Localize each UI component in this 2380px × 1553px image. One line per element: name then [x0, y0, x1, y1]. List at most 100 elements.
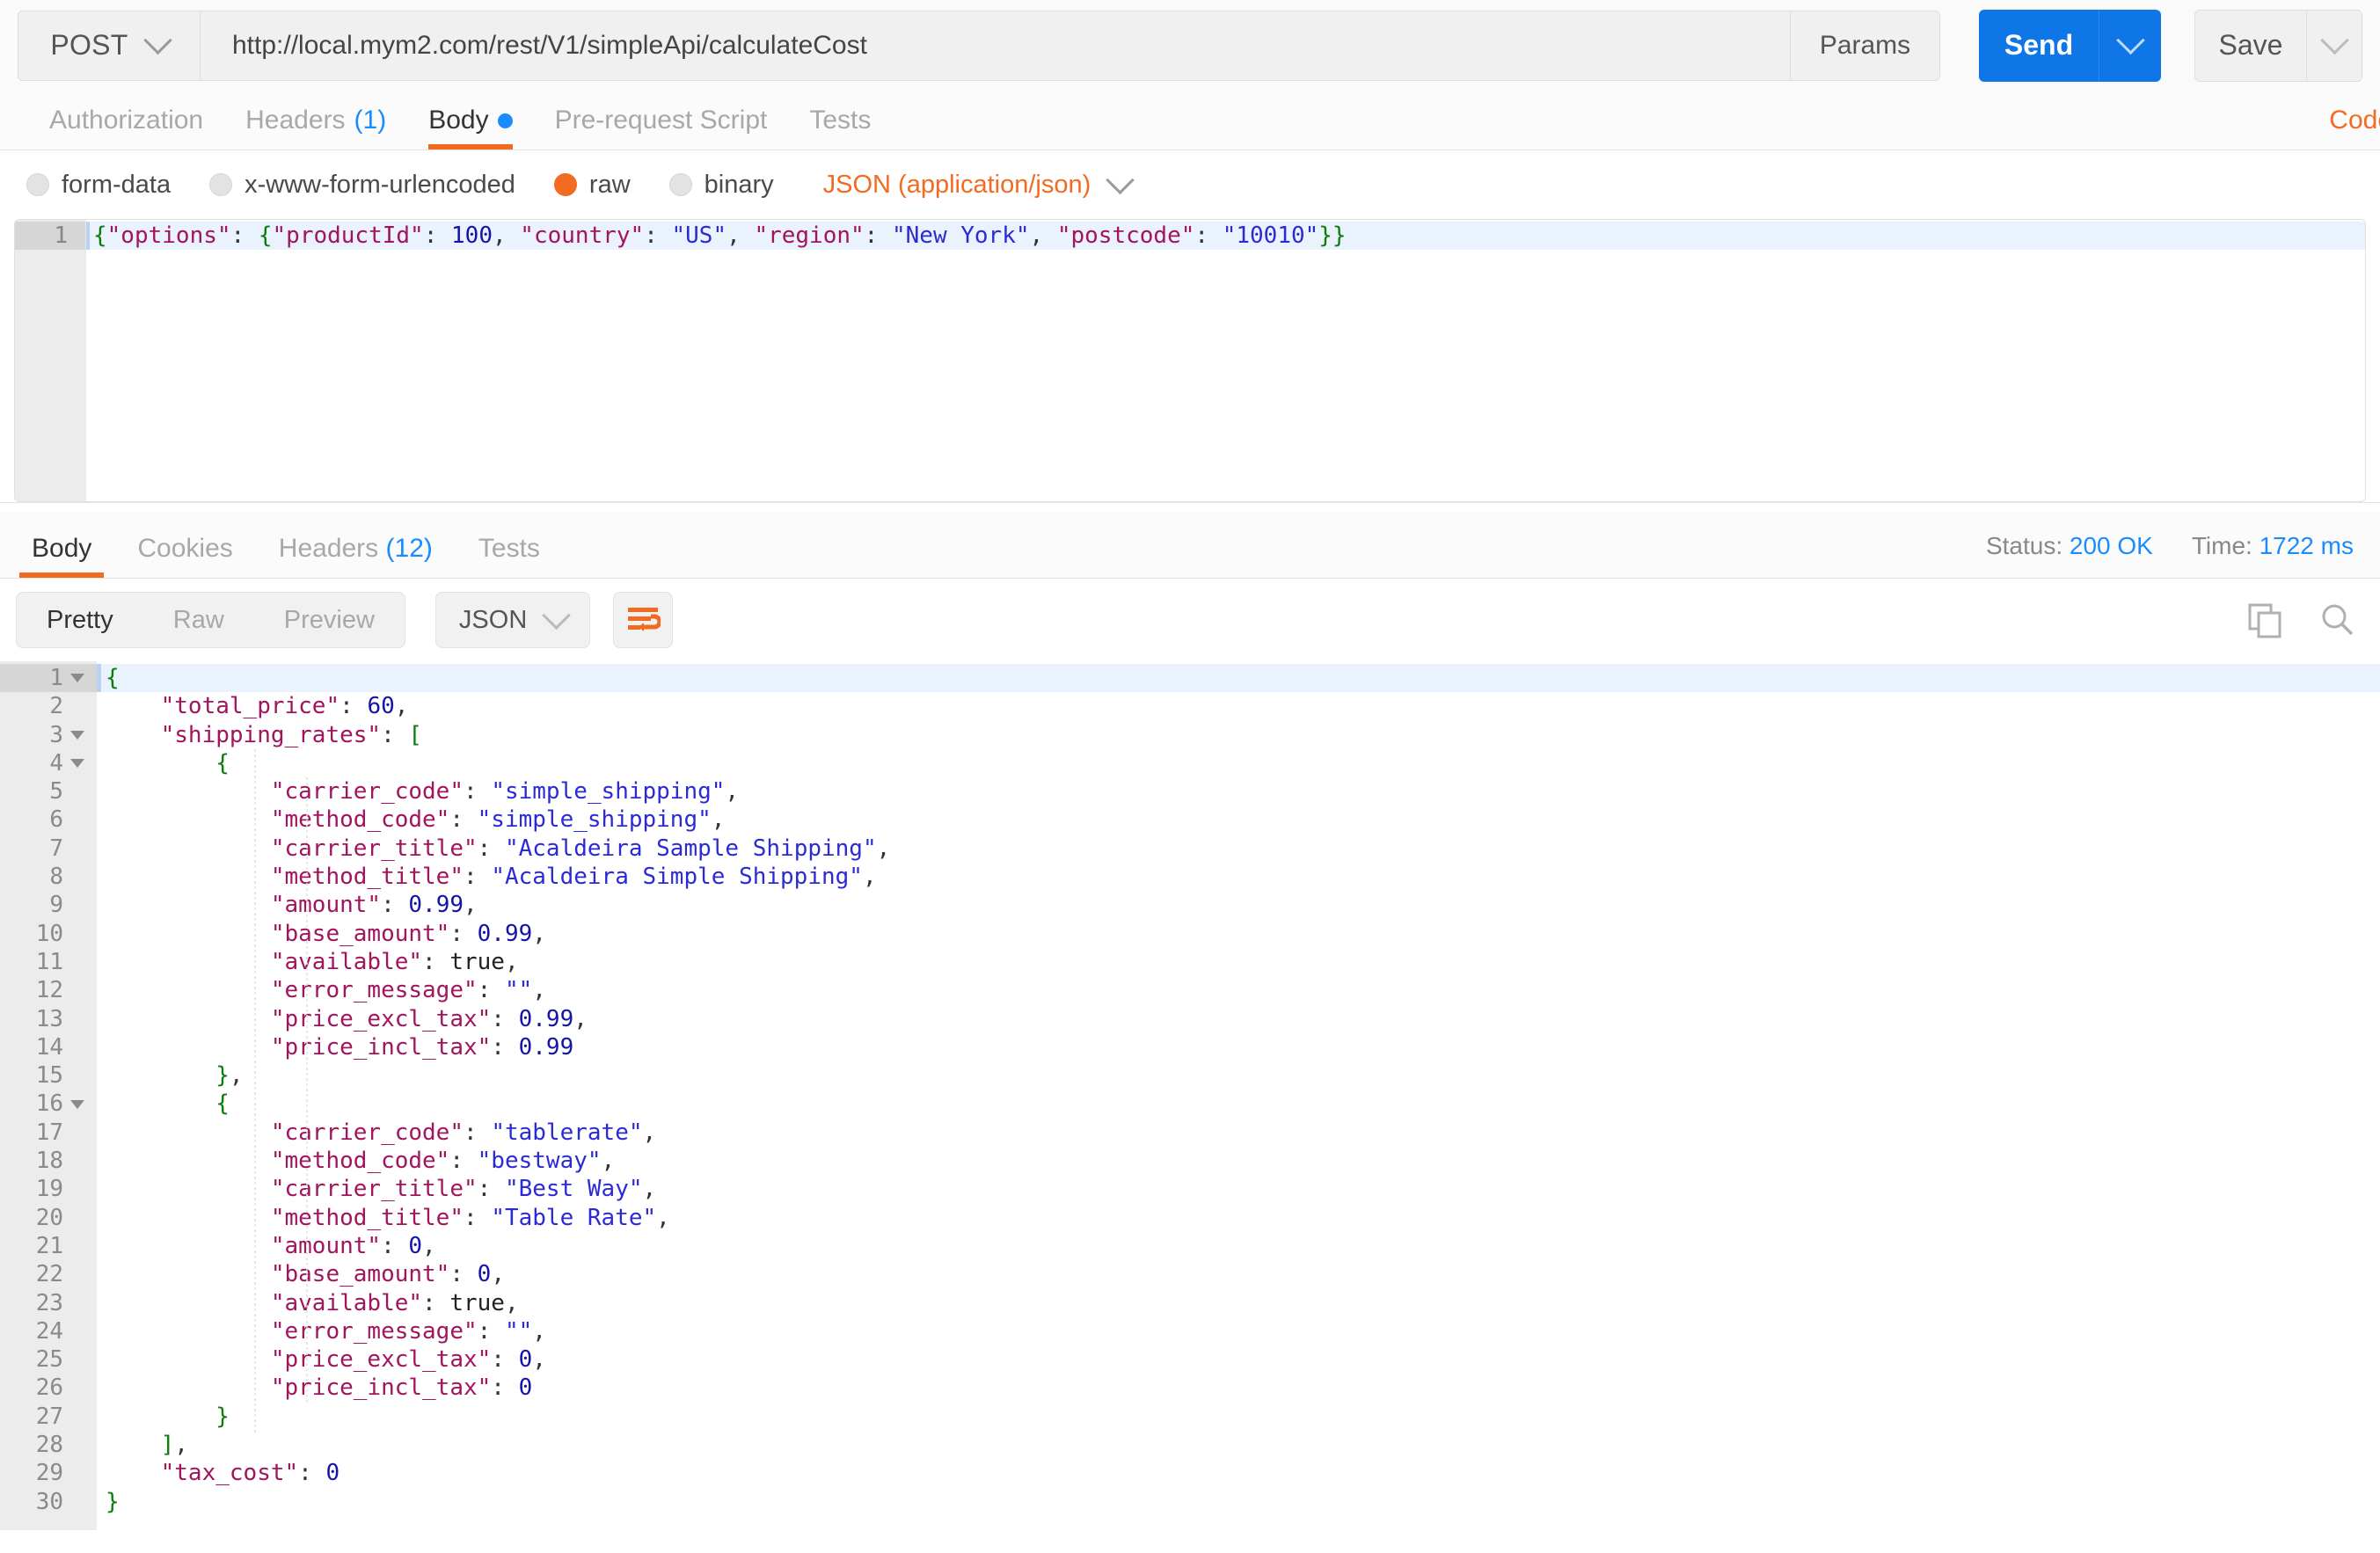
- response-code-line[interactable]: "amount": 0.99,: [97, 891, 2380, 919]
- json-token-punct: ,: [532, 920, 546, 947]
- line-number-text: 25: [35, 1346, 63, 1374]
- json-token-brace: {: [258, 222, 273, 249]
- response-code-line[interactable]: "available": true,: [97, 1289, 2380, 1317]
- response-tab-body[interactable]: Body: [9, 534, 114, 578]
- response-code-line[interactable]: {: [97, 749, 2380, 777]
- save-button[interactable]: Save: [2195, 10, 2306, 81]
- send-button[interactable]: Send: [1979, 9, 2099, 82]
- response-code-line[interactable]: "base_amount": 0,: [97, 1260, 2380, 1288]
- tab-label: Tests: [809, 106, 872, 135]
- tab-headers[interactable]: Headers (1): [224, 106, 407, 149]
- response-tab-tests[interactable]: Tests: [456, 534, 563, 578]
- json-token-num: 0.99: [518, 1005, 574, 1032]
- body-type-label: x-www-form-urlencoded: [245, 170, 515, 199]
- response-tab-headers[interactable]: Headers (12): [256, 534, 456, 578]
- tab-body[interactable]: Body: [407, 106, 533, 149]
- chevron-down-icon: [1106, 165, 1135, 194]
- response-headers-count-badge: (12): [385, 534, 433, 563]
- send-button-group: Send: [1979, 9, 2161, 82]
- word-wrap-toggle[interactable]: [613, 592, 674, 648]
- response-code-line[interactable]: {: [97, 664, 2380, 693]
- json-token-key: "carrier_title": [270, 835, 478, 862]
- response-format-select[interactable]: JSON: [434, 592, 591, 648]
- fold-triangle-icon[interactable]: [70, 1099, 84, 1109]
- body-type-binary[interactable]: binary: [668, 171, 774, 200]
- response-code-line[interactable]: ],: [97, 1431, 2380, 1459]
- json-token-punct: :: [477, 1176, 505, 1203]
- response-code-line[interactable]: "method_title": "Acaldeira Simple Shippi…: [97, 863, 2380, 891]
- response-code-line[interactable]: "price_incl_tax": 0.99: [97, 1033, 2380, 1061]
- response-line-number: 20: [0, 1204, 97, 1232]
- params-button[interactable]: Params: [1791, 10, 1940, 81]
- json-token-punct: :: [422, 1289, 450, 1316]
- http-method-select[interactable]: POST: [18, 10, 201, 81]
- response-code-line[interactable]: "amount": 0,: [97, 1232, 2380, 1260]
- response-code-line[interactable]: }: [97, 1403, 2380, 1431]
- tab-tests[interactable]: Tests: [788, 106, 892, 149]
- url-input[interactable]: http://local.mym2.com/rest/V1/simpleApi/…: [201, 10, 1791, 81]
- response-code-line[interactable]: }: [97, 1488, 2380, 1516]
- fold-triangle-icon[interactable]: [70, 759, 84, 769]
- json-token-brace: ]: [160, 1432, 175, 1459]
- response-code-line[interactable]: "shipping_rates": [: [97, 721, 2380, 749]
- response-code-line[interactable]: {: [97, 1090, 2380, 1118]
- response-code-line[interactable]: "total_price": 60,: [97, 692, 2380, 720]
- response-code[interactable]: { "total_price": 60, "shipping_rates": […: [97, 661, 2380, 1530]
- json-token-num: 0: [325, 1460, 340, 1487]
- tab-pre-request-script[interactable]: Pre-request Script: [534, 106, 789, 149]
- json-token-key: "available": [270, 1289, 423, 1316]
- response-code-line[interactable]: "carrier_title": "Best Way",: [97, 1175, 2380, 1203]
- view-mode-preview[interactable]: Preview: [254, 593, 405, 647]
- json-token-key: "method_title": [270, 864, 464, 891]
- radio-icon: [668, 173, 692, 196]
- response-code-line[interactable]: "price_excl_tax": 0,: [97, 1345, 2380, 1374]
- response-code-line[interactable]: "price_incl_tax": 0: [97, 1374, 2380, 1402]
- json-token-punct: ,: [656, 1204, 670, 1231]
- request-editor-code[interactable]: {"options": {"productId": 100, "country"…: [86, 220, 2365, 501]
- response-code-line[interactable]: "carrier_title": "Acaldeira Sample Shipp…: [97, 835, 2380, 863]
- response-line-number: 26: [0, 1374, 97, 1402]
- body-type-urlencoded[interactable]: x-www-form-urlencoded: [209, 171, 515, 200]
- body-type-raw[interactable]: raw: [553, 171, 631, 200]
- json-token-num: 100: [451, 222, 493, 249]
- line-number-text: 6: [49, 806, 63, 834]
- send-options-button[interactable]: [2099, 9, 2161, 82]
- response-code-line[interactable]: "tax_cost": 0: [97, 1459, 2380, 1487]
- line-number-text: 8: [49, 864, 63, 891]
- view-mode-pretty[interactable]: Pretty: [17, 593, 143, 647]
- response-code-line[interactable]: "carrier_code": "tablerate",: [97, 1119, 2380, 1147]
- tab-label: Headers: [245, 106, 346, 135]
- response-code-line[interactable]: "price_excl_tax": 0.99,: [97, 1005, 2380, 1033]
- response-code-line[interactable]: "method_code": "simple_shipping",: [97, 806, 2380, 834]
- response-tab-cookies[interactable]: Cookies: [114, 534, 255, 578]
- search-button[interactable]: [2318, 602, 2355, 638]
- response-code-line[interactable]: },: [97, 1061, 2380, 1090]
- response-code-line[interactable]: "error_message": "",: [97, 1317, 2380, 1345]
- response-code-line[interactable]: "method_code": "bestway",: [97, 1147, 2380, 1175]
- response-body-viewer[interactable]: 1 2 3 4 5 6 7 8 9 10 11 12 13 14 15 16 17 18 19 20 21 22 23 24 2…: [0, 661, 2380, 1530]
- request-code-line[interactable]: {"options": {"productId": 100, "country"…: [86, 222, 2365, 250]
- line-number-text: 29: [35, 1460, 63, 1487]
- json-token-num: 0: [518, 1374, 533, 1402]
- response-gutter[interactable]: 1 2 3 4 5 6 7 8 9 10 11 12 13 14 15 16 17 18 19 20 21 22 23 24 2…: [0, 661, 97, 1530]
- tab-authorization[interactable]: Authorization: [28, 106, 224, 149]
- content-type-select[interactable]: JSON (application/json): [823, 165, 1135, 200]
- view-mode-raw[interactable]: Raw: [143, 593, 254, 647]
- line-number-text: 9: [49, 892, 63, 919]
- response-code-line[interactable]: "method_title": "Table Rate",: [97, 1204, 2380, 1232]
- chevron-down-icon: [2115, 26, 2145, 55]
- code-link[interactable]: Code: [2329, 106, 2380, 135]
- response-code-line[interactable]: "error_message": "",: [97, 976, 2380, 1004]
- json-token-punct: ,: [504, 1289, 519, 1316]
- fold-triangle-icon[interactable]: [70, 730, 84, 740]
- fold-triangle-icon[interactable]: [70, 674, 84, 683]
- response-actions: [2246, 602, 2355, 638]
- response-code-line[interactable]: "carrier_code": "simple_shipping",: [97, 777, 2380, 806]
- copy-button[interactable]: [2246, 602, 2283, 638]
- body-type-label: form-data: [62, 170, 172, 199]
- save-options-button[interactable]: [2306, 10, 2362, 81]
- request-body-editor[interactable]: 1 {"options": {"productId": 100, "countr…: [14, 219, 2366, 502]
- response-code-line[interactable]: "base_amount": 0.99,: [97, 920, 2380, 948]
- response-code-line[interactable]: "available": true,: [97, 948, 2380, 976]
- body-type-form-data[interactable]: form-data: [26, 171, 171, 200]
